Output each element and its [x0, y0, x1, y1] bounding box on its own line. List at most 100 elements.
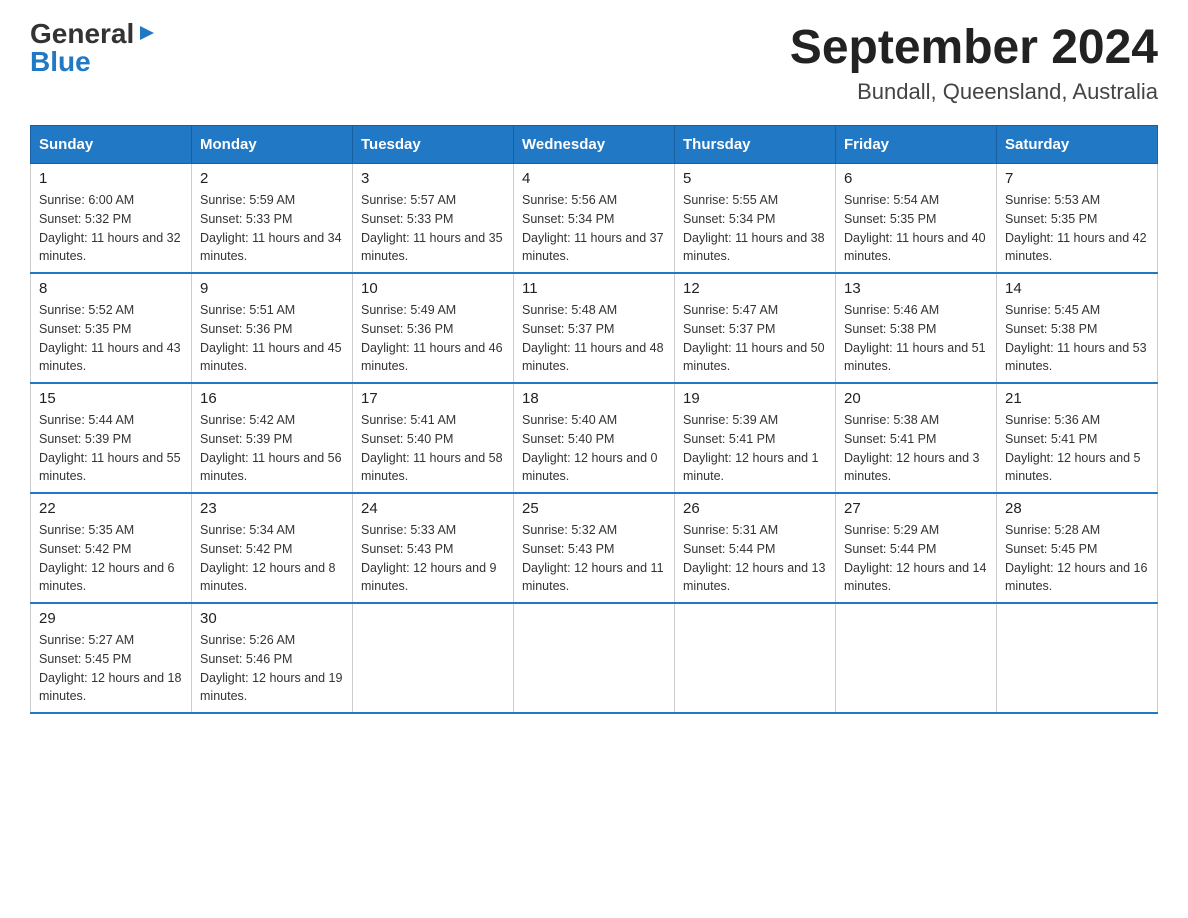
day-number: 10	[361, 280, 505, 297]
col-header-monday: Monday	[192, 126, 353, 164]
location-title: Bundall, Queensland, Australia	[790, 79, 1158, 105]
day-number: 16	[200, 390, 344, 407]
day-detail: Sunrise: 5:28 AMSunset: 5:45 PMDaylight:…	[1005, 521, 1149, 596]
day-number: 6	[844, 170, 988, 187]
day-detail: Sunrise: 5:54 AMSunset: 5:35 PMDaylight:…	[844, 191, 988, 266]
day-detail: Sunrise: 5:46 AMSunset: 5:38 PMDaylight:…	[844, 301, 988, 376]
day-number: 24	[361, 500, 505, 517]
day-number: 27	[844, 500, 988, 517]
day-number: 30	[200, 610, 344, 627]
day-detail: Sunrise: 5:35 AMSunset: 5:42 PMDaylight:…	[39, 521, 183, 596]
month-title: September 2024	[790, 20, 1158, 75]
day-detail: Sunrise: 5:42 AMSunset: 5:39 PMDaylight:…	[200, 411, 344, 486]
calendar-day-cell: 14 Sunrise: 5:45 AMSunset: 5:38 PMDayligh…	[997, 273, 1158, 383]
day-number: 11	[522, 280, 666, 297]
calendar-day-cell: 5 Sunrise: 5:55 AMSunset: 5:34 PMDaylight…	[675, 164, 836, 274]
day-detail: Sunrise: 5:45 AMSunset: 5:38 PMDaylight:…	[1005, 301, 1149, 376]
calendar-day-cell: 7 Sunrise: 5:53 AMSunset: 5:35 PMDaylight…	[997, 164, 1158, 274]
day-detail: Sunrise: 5:55 AMSunset: 5:34 PMDaylight:…	[683, 191, 827, 266]
col-header-thursday: Thursday	[675, 126, 836, 164]
calendar-day-cell: 24 Sunrise: 5:33 AMSunset: 5:43 PMDayligh…	[353, 493, 514, 603]
calendar-day-cell: 13Sunrise: 5:46 AMSunset: 5:38 PMDayligh…	[836, 273, 997, 383]
day-number: 14	[1005, 280, 1149, 297]
calendar-day-cell: 26 Sunrise: 5:31 AMSunset: 5:44 PMDayligh…	[675, 493, 836, 603]
day-detail: Sunrise: 5:31 AMSunset: 5:44 PMDaylight:…	[683, 521, 827, 596]
day-detail: Sunrise: 5:49 AMSunset: 5:36 PMDaylight:…	[361, 301, 505, 376]
calendar-day-cell: 16 Sunrise: 5:42 AMSunset: 5:39 PMDayligh…	[192, 383, 353, 493]
calendar-day-cell: 11Sunrise: 5:48 AMSunset: 5:37 PMDayligh…	[514, 273, 675, 383]
day-detail: Sunrise: 5:56 AMSunset: 5:34 PMDaylight:…	[522, 191, 666, 266]
calendar-day-cell: 21 Sunrise: 5:36 AMSunset: 5:41 PMDayligh…	[997, 383, 1158, 493]
day-number: 26	[683, 500, 827, 517]
day-detail: Sunrise: 5:52 AMSunset: 5:35 PMDaylight:…	[39, 301, 183, 376]
calendar-week-row: 8 Sunrise: 5:52 AMSunset: 5:35 PMDaylight…	[31, 273, 1158, 383]
calendar-week-row: 15Sunrise: 5:44 AMSunset: 5:39 PMDayligh…	[31, 383, 1158, 493]
calendar-day-cell: 17Sunrise: 5:41 AMSunset: 5:40 PMDayligh…	[353, 383, 514, 493]
day-number: 1	[39, 170, 183, 187]
calendar-day-cell: 19Sunrise: 5:39 AMSunset: 5:41 PMDayligh…	[675, 383, 836, 493]
day-number: 8	[39, 280, 183, 297]
day-detail: Sunrise: 5:29 AMSunset: 5:44 PMDaylight:…	[844, 521, 988, 596]
day-number: 22	[39, 500, 183, 517]
day-number: 28	[1005, 500, 1149, 517]
day-detail: Sunrise: 5:27 AMSunset: 5:45 PMDaylight:…	[39, 631, 183, 706]
day-number: 20	[844, 390, 988, 407]
calendar-day-cell: 8 Sunrise: 5:52 AMSunset: 5:35 PMDaylight…	[31, 273, 192, 383]
day-number: 23	[200, 500, 344, 517]
calendar-day-cell: 2 Sunrise: 5:59 AMSunset: 5:33 PMDaylight…	[192, 164, 353, 274]
calendar-day-cell: 18 Sunrise: 5:40 AMSunset: 5:40 PMDayligh…	[514, 383, 675, 493]
logo-arrow-icon	[136, 22, 158, 44]
calendar-day-cell: 4Sunrise: 5:56 AMSunset: 5:34 PMDaylight…	[514, 164, 675, 274]
day-detail: Sunrise: 5:59 AMSunset: 5:33 PMDaylight:…	[200, 191, 344, 266]
logo: General Blue	[30, 20, 158, 76]
day-number: 21	[1005, 390, 1149, 407]
day-number: 18	[522, 390, 666, 407]
day-number: 25	[522, 500, 666, 517]
day-detail: Sunrise: 5:32 AMSunset: 5:43 PMDaylight:…	[522, 521, 666, 596]
calendar-day-cell: 27 Sunrise: 5:29 AMSunset: 5:44 PMDayligh…	[836, 493, 997, 603]
day-detail: Sunrise: 5:51 AMSunset: 5:36 PMDaylight:…	[200, 301, 344, 376]
calendar-day-cell: 3Sunrise: 5:57 AMSunset: 5:33 PMDaylight…	[353, 164, 514, 274]
calendar-table: SundayMondayTuesdayWednesdayThursdayFrid…	[30, 125, 1158, 714]
day-number: 5	[683, 170, 827, 187]
page-header: General Blue September 2024 Bundall, Que…	[30, 20, 1158, 105]
day-detail: Sunrise: 5:38 AMSunset: 5:41 PMDaylight:…	[844, 411, 988, 486]
day-detail: Sunrise: 5:57 AMSunset: 5:33 PMDaylight:…	[361, 191, 505, 266]
day-number: 15	[39, 390, 183, 407]
calendar-day-cell: 10 Sunrise: 5:49 AMSunset: 5:36 PMDayligh…	[353, 273, 514, 383]
col-header-wednesday: Wednesday	[514, 126, 675, 164]
day-detail: Sunrise: 5:36 AMSunset: 5:41 PMDaylight:…	[1005, 411, 1149, 486]
calendar-day-cell: 1Sunrise: 6:00 AMSunset: 5:32 PMDaylight…	[31, 164, 192, 274]
day-number: 29	[39, 610, 183, 627]
calendar-week-row: 1Sunrise: 6:00 AMSunset: 5:32 PMDaylight…	[31, 164, 1158, 274]
calendar-day-cell	[675, 603, 836, 713]
calendar-week-row: 22 Sunrise: 5:35 AMSunset: 5:42 PMDayligh…	[31, 493, 1158, 603]
col-header-saturday: Saturday	[997, 126, 1158, 164]
logo-blue: Blue	[30, 48, 91, 76]
calendar-day-cell: 20 Sunrise: 5:38 AMSunset: 5:41 PMDayligh…	[836, 383, 997, 493]
day-number: 7	[1005, 170, 1149, 187]
day-number: 2	[200, 170, 344, 187]
day-detail: Sunrise: 5:53 AMSunset: 5:35 PMDaylight:…	[1005, 191, 1149, 266]
day-detail: Sunrise: 5:26 AMSunset: 5:46 PMDaylight:…	[200, 631, 344, 706]
calendar-day-cell: 25 Sunrise: 5:32 AMSunset: 5:43 PMDayligh…	[514, 493, 675, 603]
calendar-day-cell	[514, 603, 675, 713]
day-detail: Sunrise: 5:40 AMSunset: 5:40 PMDaylight:…	[522, 411, 666, 486]
day-number: 12	[683, 280, 827, 297]
calendar-header-row: SundayMondayTuesdayWednesdayThursdayFrid…	[31, 126, 1158, 164]
calendar-day-cell: 29 Sunrise: 5:27 AMSunset: 5:45 PMDayligh…	[31, 603, 192, 713]
day-number: 17	[361, 390, 505, 407]
logo-general: General	[30, 20, 134, 48]
day-number: 19	[683, 390, 827, 407]
day-detail: Sunrise: 5:33 AMSunset: 5:43 PMDaylight:…	[361, 521, 505, 596]
day-detail: Sunrise: 5:34 AMSunset: 5:42 PMDaylight:…	[200, 521, 344, 596]
col-header-sunday: Sunday	[31, 126, 192, 164]
calendar-day-cell: 28 Sunrise: 5:28 AMSunset: 5:45 PMDayligh…	[997, 493, 1158, 603]
calendar-day-cell: 23 Sunrise: 5:34 AMSunset: 5:42 PMDayligh…	[192, 493, 353, 603]
calendar-day-cell	[836, 603, 997, 713]
calendar-day-cell: 30 Sunrise: 5:26 AMSunset: 5:46 PMDayligh…	[192, 603, 353, 713]
calendar-day-cell: 9Sunrise: 5:51 AMSunset: 5:36 PMDaylight…	[192, 273, 353, 383]
calendar-day-cell: 15Sunrise: 5:44 AMSunset: 5:39 PMDayligh…	[31, 383, 192, 493]
calendar-day-cell	[353, 603, 514, 713]
calendar-week-row: 29 Sunrise: 5:27 AMSunset: 5:45 PMDayligh…	[31, 603, 1158, 713]
